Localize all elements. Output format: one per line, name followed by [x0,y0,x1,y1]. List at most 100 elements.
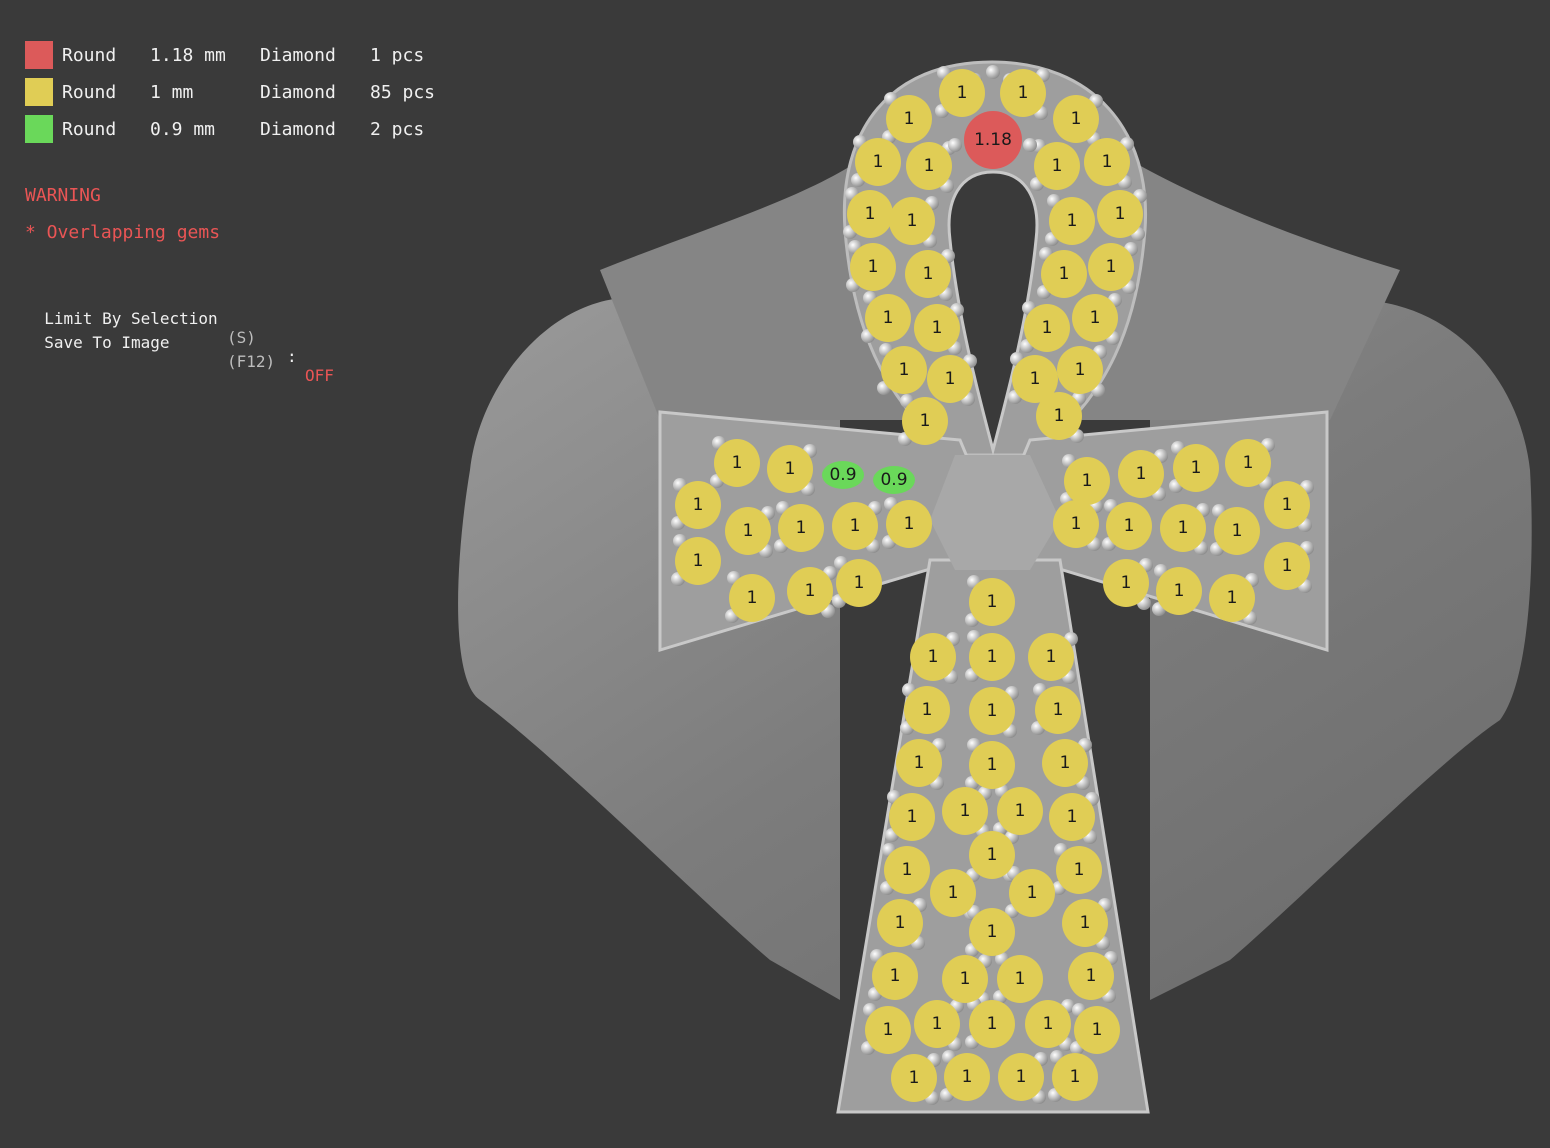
gem-round-1mm[interactable]: 1 [1264,542,1310,590]
gem-label: 1 [1071,109,1082,129]
gem-round-1mm[interactable]: 1 [729,574,775,622]
gem-label: 1 [1102,152,1113,172]
gem-round-1.18mm[interactable]: 1.18 [964,111,1022,169]
gem-round-1mm[interactable]: 1 [1214,507,1260,555]
gem-round-1mm[interactable]: 1 [997,955,1043,1003]
gem-round-1mm[interactable]: 1 [881,346,927,394]
gem-round-1mm[interactable]: 1 [877,899,923,947]
gem-round-1mm[interactable]: 1 [1068,952,1114,1000]
gem-round-1mm[interactable]: 1 [1088,243,1134,291]
gem-round-1mm[interactable]: 1 [889,793,935,841]
gem-round-1mm[interactable]: 1 [997,787,1043,835]
gem-round-1mm[interactable]: 1 [1106,502,1152,550]
model-viewport[interactable]: 1 1 1 1 1 1 1 1 1 1 1 1 1 1 1 1 1 1 1 1 1 1 1 1 1 1 1 1 1 1 1 1 1 1 1 1 1 1 1 1… [0,0,1550,1148]
gem-round-1mm[interactable]: 1 [969,633,1015,681]
legend-size: 1 mm [150,82,194,103]
gem-round-1mm[interactable]: 1 [886,500,932,548]
gem-round-1mm[interactable]: 1 [884,846,930,894]
gem-round-1mm[interactable]: 1 [904,686,950,734]
gem-round-1mm[interactable]: 1 [1034,142,1080,190]
gem-round-1mm[interactable]: 1 [969,908,1015,956]
gem-round-1mm[interactable]: 1 [832,502,878,550]
gem-round-1mm[interactable]: 1 [889,197,935,245]
gem-round-1mm[interactable]: 1 [1173,444,1219,492]
gem-round-1mm[interactable]: 1 [969,1000,1015,1048]
gem-round-1mm[interactable]: 1 [1035,686,1081,734]
gem-round-1mm[interactable]: 1 [1209,574,1255,622]
gem-round-0.9mm[interactable]: 0.9 [822,461,864,489]
gem-round-1mm[interactable]: 1 [902,397,948,445]
gem-round-1mm[interactable]: 1 [1084,138,1130,186]
gem-round-1mm[interactable]: 1 [725,507,771,555]
gem-round-1mm[interactable]: 1 [1041,250,1087,298]
gem-round-1mm[interactable]: 1 [1097,190,1143,238]
gem-round-1mm[interactable]: 1 [930,869,976,917]
gem-round-1mm[interactable]: 1 [1025,1000,1071,1048]
gem-label: 1 [1090,308,1101,328]
gem-round-1mm[interactable]: 1 [1052,1053,1098,1101]
gem-round-1mm[interactable]: 1 [850,243,896,291]
gem-round-1mm[interactable]: 1 [1028,633,1074,681]
gem-round-1mm[interactable]: 1 [1036,392,1082,440]
gem-round-1mm[interactable]: 1 [847,190,893,238]
gem-label: 1 [1015,969,1026,989]
gem-round-1mm[interactable]: 1 [1042,739,1088,787]
gem-round-1mm[interactable]: 1 [1072,294,1118,342]
gem-round-1mm[interactable]: 1 [905,250,951,298]
gem-round-1mm[interactable]: 1 [1000,69,1046,117]
gem-round-1mm[interactable]: 1 [1009,869,1055,917]
gem-round-1mm[interactable]: 1 [675,481,721,529]
gem-label: 1 [693,551,704,571]
gem-label: 1 [1059,264,1070,284]
gem-round-1mm[interactable]: 1 [1049,197,1095,245]
gem-round-1mm[interactable]: 1 [942,955,988,1003]
gem-round-1mm[interactable]: 1 [714,439,760,487]
gem-round-1mm[interactable]: 1 [865,1006,911,1054]
gem-round-1mm[interactable]: 1 [865,294,911,342]
gem-round-1mm[interactable]: 1 [1064,457,1110,505]
gem-round-1mm[interactable]: 1 [872,952,918,1000]
gem-round-1mm[interactable]: 1 [778,504,824,552]
gem-round-1mm[interactable]: 1 [1057,346,1103,394]
gem-round-1mm[interactable]: 1 [1062,899,1108,947]
gem-round-1mm[interactable]: 1 [1264,481,1310,529]
gem-round-1mm[interactable]: 1 [1225,439,1271,487]
gem-round-1mm[interactable]: 1 [896,739,942,787]
gem-round-1mm[interactable]: 1 [1074,1006,1120,1054]
gem-round-1mm[interactable]: 1 [939,69,985,117]
gem-round-1mm[interactable]: 1 [767,445,813,493]
gem-round-1mm[interactable]: 1 [998,1053,1044,1101]
gem-round-1mm[interactable]: 1 [675,537,721,585]
gem-round-1mm[interactable]: 1 [969,578,1015,626]
gem-round-1mm[interactable]: 1 [1049,793,1095,841]
gem-round-1mm[interactable]: 1 [969,741,1015,789]
gem-round-1mm[interactable]: 1 [886,95,932,143]
gem-round-1mm[interactable]: 1 [1024,304,1070,352]
gem-round-1mm[interactable]: 1 [1053,95,1099,143]
gem-round-1mm[interactable]: 1 [1056,846,1102,894]
gem-round-1mm[interactable]: 1 [855,138,901,186]
legend-swatch-medium [25,78,53,106]
gem-round-1mm[interactable]: 1 [1053,500,1099,548]
gem-round-1mm[interactable]: 1 [969,831,1015,879]
gem-round-1mm[interactable]: 1 [927,355,973,403]
gem-round-1mm[interactable]: 1 [914,304,960,352]
gem-round-1mm[interactable]: 1 [942,787,988,835]
gem-round-1mm[interactable]: 1 [914,1000,960,1048]
gem-round-1mm[interactable]: 1 [787,567,833,615]
gem-label: 1 [932,1014,943,1034]
gem-round-1mm[interactable]: 1 [891,1054,937,1102]
save-to-image-option[interactable]: Save To Image (F12) [25,314,275,371]
gem-round-1mm[interactable]: 1 [1103,559,1149,607]
gem-round-1mm[interactable]: 1 [836,559,882,607]
gem-round-1mm[interactable]: 1 [969,687,1015,735]
gem-label: 1 [796,518,807,538]
gem-round-1mm[interactable]: 1 [906,142,952,190]
gem-round-0.9mm[interactable]: 0.9 [873,466,915,494]
gem-round-1mm[interactable]: 1 [1118,450,1164,498]
gem-label: 1 [960,801,971,821]
gem-round-1mm[interactable]: 1 [910,633,956,681]
gem-round-1mm[interactable]: 1 [1160,504,1206,552]
gem-round-1mm[interactable]: 1 [1156,567,1202,615]
gem-round-1mm[interactable]: 1 [944,1053,990,1101]
